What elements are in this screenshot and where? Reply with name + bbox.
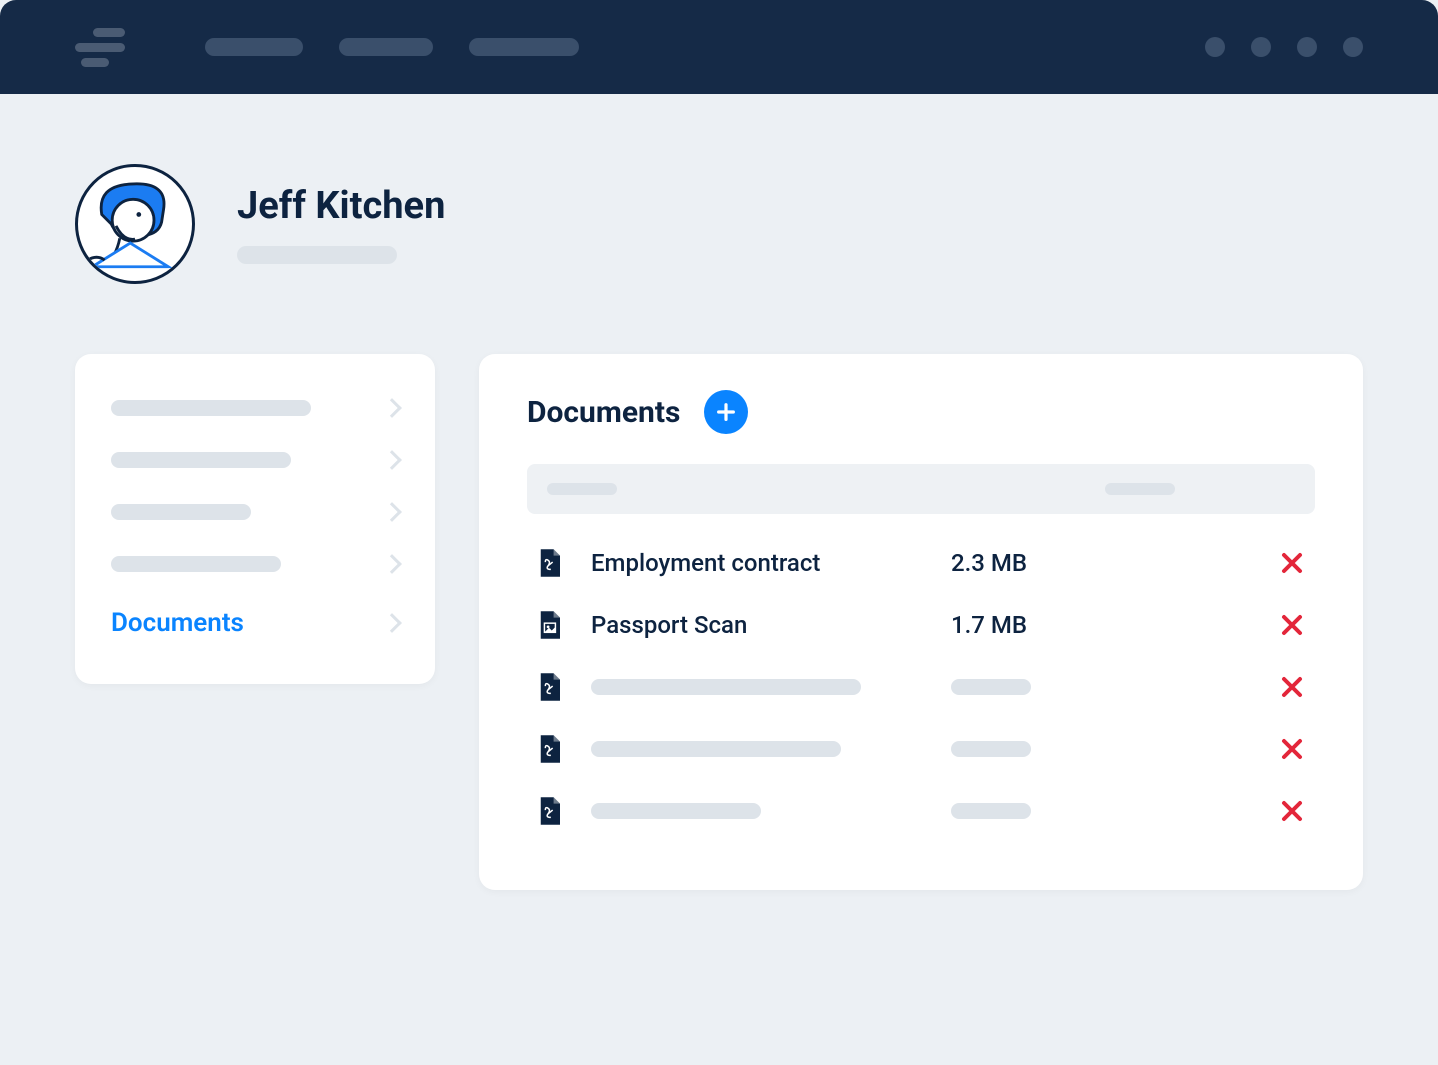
close-icon (1280, 799, 1304, 823)
delete-button[interactable] (1277, 548, 1307, 578)
sidebar: Documents (75, 354, 435, 684)
chevron-right-icon (382, 450, 402, 470)
nav-item-placeholder[interactable] (339, 38, 433, 56)
sidebar-item-label: Documents (111, 608, 244, 638)
close-icon (1280, 675, 1304, 699)
nav-item-placeholder[interactable] (205, 38, 303, 56)
sidebar-item-placeholder[interactable] (75, 382, 435, 434)
profile-name: Jeff Kitchen (237, 184, 445, 228)
delete-button[interactable] (1277, 796, 1307, 826)
document-size: 2.3 MB (951, 549, 1091, 577)
topbar-action-placeholder[interactable] (1297, 37, 1317, 57)
delete-button[interactable] (1277, 734, 1307, 764)
document-size-placeholder (951, 679, 1031, 695)
close-icon (1280, 551, 1304, 575)
document-name-placeholder (591, 679, 861, 695)
profile-subtitle-placeholder (237, 246, 397, 264)
topbar-action-placeholder[interactable] (1251, 37, 1271, 57)
pdf-file-icon (535, 673, 563, 701)
document-name: Passport Scan (591, 611, 951, 639)
nav-item-placeholder[interactable] (469, 38, 579, 56)
document-size: 1.7 MB (951, 611, 1091, 639)
document-row-placeholder[interactable] (527, 656, 1315, 718)
document-name: Employment contract (591, 549, 951, 577)
document-row[interactable]: Passport Scan 1.7 MB (527, 594, 1315, 656)
document-row-placeholder[interactable] (527, 780, 1315, 842)
close-icon (1280, 737, 1304, 761)
pdf-file-icon (535, 797, 563, 825)
add-document-button[interactable] (704, 390, 748, 434)
topbar-actions (1205, 37, 1363, 57)
topbar-action-placeholder[interactable] (1343, 37, 1363, 57)
sidebar-item-placeholder[interactable] (75, 538, 435, 590)
column-header-placeholder (1105, 483, 1175, 495)
pdf-file-icon (535, 549, 563, 577)
profile-header: Jeff Kitchen (75, 164, 1363, 284)
logo-icon (75, 28, 125, 67)
delete-button[interactable] (1277, 610, 1307, 640)
topbar (0, 0, 1438, 94)
table-header (527, 464, 1315, 514)
image-file-icon (535, 611, 563, 639)
sidebar-item-placeholder[interactable] (75, 434, 435, 486)
sidebar-item-placeholder[interactable] (75, 486, 435, 538)
pdf-file-icon (535, 735, 563, 763)
plus-icon (715, 401, 737, 423)
close-icon (1280, 613, 1304, 637)
chevron-right-icon (382, 554, 402, 574)
document-row-placeholder[interactable] (527, 718, 1315, 780)
documents-panel: Documents Employment contract 2.3 MB (479, 354, 1363, 890)
panel-title: Documents (527, 395, 680, 430)
chevron-right-icon (382, 613, 402, 633)
column-header-placeholder (547, 483, 617, 495)
topbar-action-placeholder[interactable] (1205, 37, 1225, 57)
delete-button[interactable] (1277, 672, 1307, 702)
document-row[interactable]: Employment contract 2.3 MB (527, 532, 1315, 594)
document-size-placeholder (951, 741, 1031, 757)
avatar (75, 164, 195, 284)
chevron-right-icon (382, 502, 402, 522)
document-size-placeholder (951, 803, 1031, 819)
document-name-placeholder (591, 741, 841, 757)
chevron-right-icon (382, 398, 402, 418)
document-name-placeholder (591, 803, 761, 819)
sidebar-item-documents[interactable]: Documents (75, 590, 435, 656)
